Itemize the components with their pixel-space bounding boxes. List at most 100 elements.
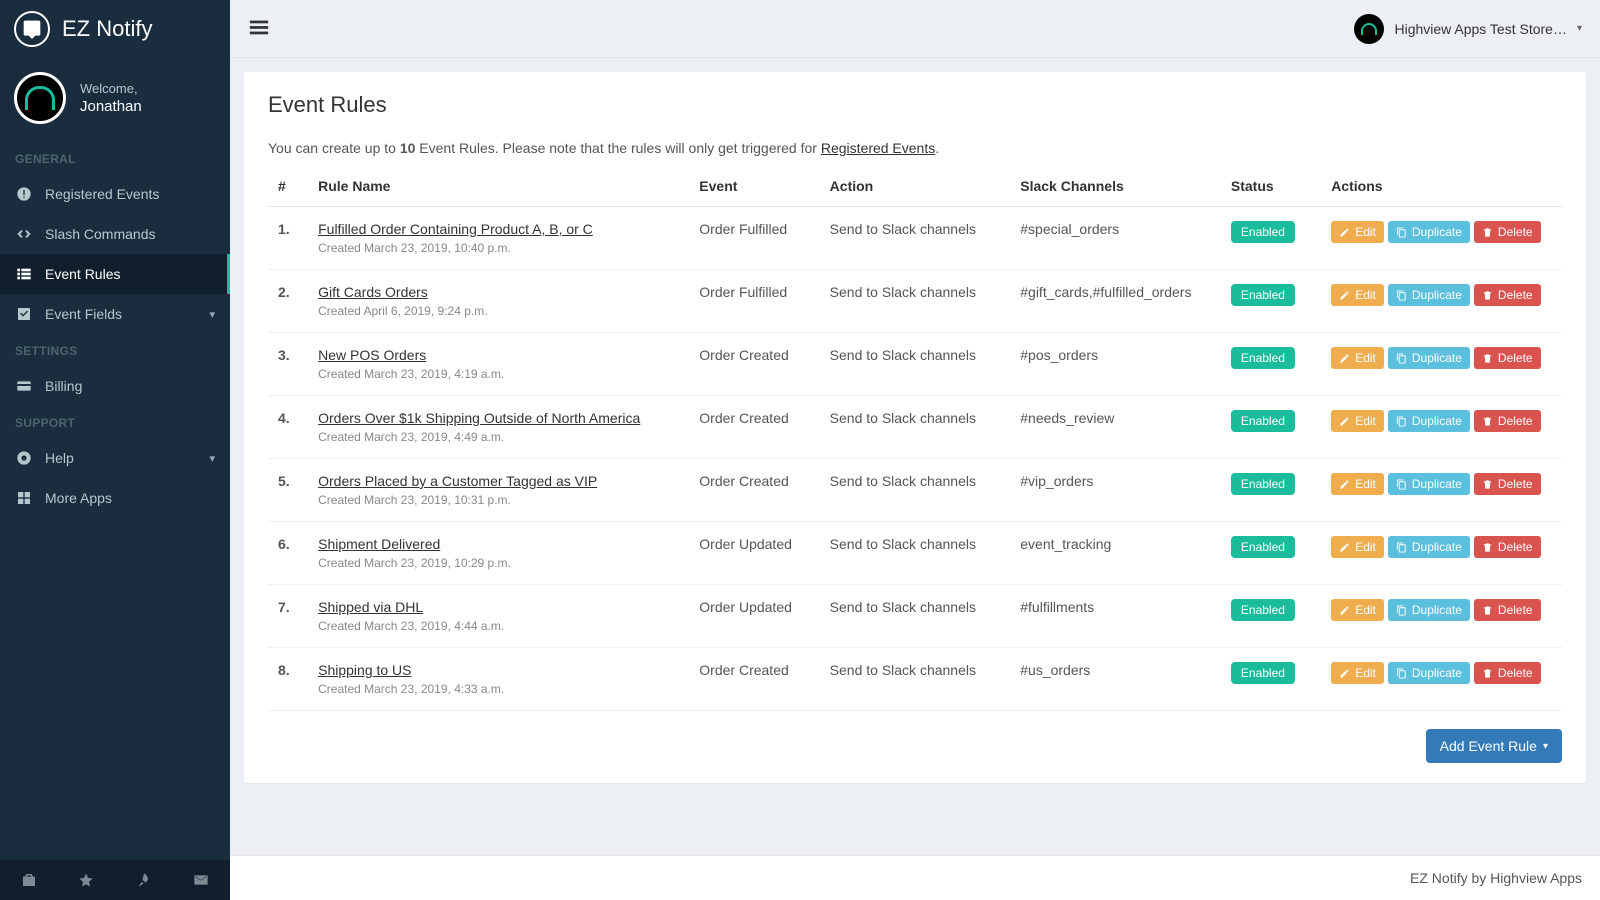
username: Jonathan [80, 98, 142, 115]
delete-button[interactable]: Delete [1474, 473, 1541, 495]
sidebar-item-billing[interactable]: Billing [0, 366, 230, 406]
credit-card-icon [15, 378, 33, 394]
table-row: 4. Orders Over $1k Shipping Outside of No… [268, 396, 1562, 459]
sidebar-item-more-apps[interactable]: More Apps [0, 478, 230, 518]
exclamation-icon [15, 186, 33, 202]
footer-text: EZ Notify by Highview Apps [1410, 870, 1582, 886]
add-event-rule-button[interactable]: Add Event Rule ▾ [1426, 729, 1562, 763]
sidebar-item-label: Billing [45, 378, 82, 394]
row-slack: #gift_cards,#fulfilled_orders [1010, 270, 1221, 333]
status-badge: Enabled [1231, 284, 1295, 306]
edit-button[interactable]: Edit [1331, 662, 1384, 684]
edit-button[interactable]: Edit [1331, 410, 1384, 432]
row-created: Created March 23, 2019, 4:19 a.m. [318, 367, 679, 381]
row-event: Order Updated [689, 585, 819, 648]
row-action: Send to Slack channels [820, 585, 1011, 648]
row-created: Created March 23, 2019, 10:40 p.m. [318, 241, 679, 255]
row-actions: EditDuplicateDelete [1321, 459, 1562, 522]
delete-button[interactable]: Delete [1474, 599, 1541, 621]
edit-button[interactable]: Edit [1331, 284, 1384, 306]
duplicate-button[interactable]: Duplicate [1388, 662, 1470, 684]
status-badge: Enabled [1231, 536, 1295, 558]
rule-name-link[interactable]: New POS Orders [318, 347, 426, 363]
delete-button[interactable]: Delete [1474, 347, 1541, 369]
sidebar-item-label: More Apps [45, 490, 112, 506]
col-number: # [268, 166, 308, 207]
hamburger-button[interactable] [248, 16, 270, 41]
duplicate-button[interactable]: Duplicate [1388, 347, 1470, 369]
grid-icon [15, 490, 33, 506]
brand-icon [14, 11, 50, 47]
row-name: Orders Over $1k Shipping Outside of Nort… [308, 396, 689, 459]
delete-button[interactable]: Delete [1474, 284, 1541, 306]
table-row: 7.Shipped via DHLCreated March 23, 2019,… [268, 585, 1562, 648]
row-name: Gift Cards Orders Created April 6, 2019, … [308, 270, 689, 333]
footer-rocket-icon[interactable] [115, 860, 173, 900]
footer-mail-icon[interactable] [173, 860, 231, 900]
row-created: Created April 6, 2019, 9:24 p.m. [318, 304, 679, 318]
row-action: Send to Slack channels [820, 270, 1011, 333]
rule-name-link[interactable]: Orders Placed by a Customer Tagged as VI… [318, 473, 597, 489]
sidebar-footer [0, 860, 230, 900]
sidebar-item-slash-commands[interactable]: Slash Commands [0, 214, 230, 254]
page-title: Event Rules [268, 92, 1562, 118]
row-action: Send to Slack channels [820, 459, 1011, 522]
row-actions: EditDuplicateDelete [1321, 648, 1562, 711]
row-action: Send to Slack channels [820, 207, 1011, 270]
col-action: Action [820, 166, 1011, 207]
brand[interactable]: EZ Notify [0, 0, 230, 58]
event-rules-panel: Event Rules You can create up to 10 Even… [244, 72, 1586, 783]
duplicate-button[interactable]: Duplicate [1388, 284, 1470, 306]
row-actions: EditDuplicateDelete [1321, 270, 1562, 333]
footer-star-icon[interactable] [58, 860, 116, 900]
edit-button[interactable]: Edit [1331, 536, 1384, 558]
row-number: 7. [268, 585, 308, 648]
rule-name-link[interactable]: Shipped via DHL [318, 599, 423, 615]
edit-button[interactable]: Edit [1331, 473, 1384, 495]
duplicate-button[interactable]: Duplicate [1388, 473, 1470, 495]
duplicate-button[interactable]: Duplicate [1388, 221, 1470, 243]
row-status: Enabled [1221, 207, 1321, 270]
row-name: Fulfilled Order Containing Product A, B,… [308, 207, 689, 270]
store-switcher[interactable]: Highview Apps Test Store… ▾ [1354, 14, 1582, 44]
sidebar-item-registered-events[interactable]: Registered Events [0, 174, 230, 214]
duplicate-button[interactable]: Duplicate [1388, 410, 1470, 432]
registered-events-link[interactable]: Registered Events [821, 140, 935, 156]
edit-button[interactable]: Edit [1331, 347, 1384, 369]
caret-down-icon: ▾ [1543, 741, 1548, 752]
sidebar-item-event-fields[interactable]: Event Fields ▾ [0, 294, 230, 334]
row-actions: EditDuplicateDelete [1321, 522, 1562, 585]
row-slack: #fulfillments [1010, 585, 1221, 648]
row-event: Order Created [689, 459, 819, 522]
rule-name-link[interactable]: Shipment Delivered [318, 536, 440, 552]
sidebar-item-help[interactable]: Help ▾ [0, 438, 230, 478]
row-actions: EditDuplicateDelete [1321, 396, 1562, 459]
duplicate-button[interactable]: Duplicate [1388, 599, 1470, 621]
row-number: 4. [268, 396, 308, 459]
rules-table: # Rule Name Event Action Slack Channels … [268, 166, 1562, 711]
delete-button[interactable]: Delete [1474, 662, 1541, 684]
status-badge: Enabled [1231, 221, 1295, 243]
sidebar-item-label: Event Rules [45, 266, 120, 282]
delete-button[interactable]: Delete [1474, 536, 1541, 558]
delete-button[interactable]: Delete [1474, 410, 1541, 432]
rule-name-link[interactable]: Fulfilled Order Containing Product A, B,… [318, 221, 593, 237]
edit-button[interactable]: Edit [1331, 221, 1384, 243]
table-row: 5.Orders Placed by a Customer Tagged as … [268, 459, 1562, 522]
edit-button[interactable]: Edit [1331, 599, 1384, 621]
store-name: Highview Apps Test Store… [1394, 21, 1567, 37]
row-name: Shipment DeliveredCreated March 23, 2019… [308, 522, 689, 585]
rule-name-link[interactable]: Shipping to US [318, 662, 411, 678]
rule-name-link[interactable]: Orders Over $1k Shipping Outside of Nort… [318, 410, 640, 426]
status-badge: Enabled [1231, 662, 1295, 684]
footer-bag-icon[interactable] [0, 860, 58, 900]
chevron-down-icon: ▾ [209, 308, 215, 321]
row-created: Created March 23, 2019, 10:31 p.m. [318, 493, 679, 507]
row-slack: #special_orders [1010, 207, 1221, 270]
row-slack: #vip_orders [1010, 459, 1221, 522]
sidebar-item-event-rules[interactable]: Event Rules [0, 254, 230, 294]
nav-header-settings: SETTINGS [0, 334, 230, 366]
rule-name-link[interactable]: Gift Cards Orders [318, 284, 428, 300]
duplicate-button[interactable]: Duplicate [1388, 536, 1470, 558]
delete-button[interactable]: Delete [1474, 221, 1541, 243]
